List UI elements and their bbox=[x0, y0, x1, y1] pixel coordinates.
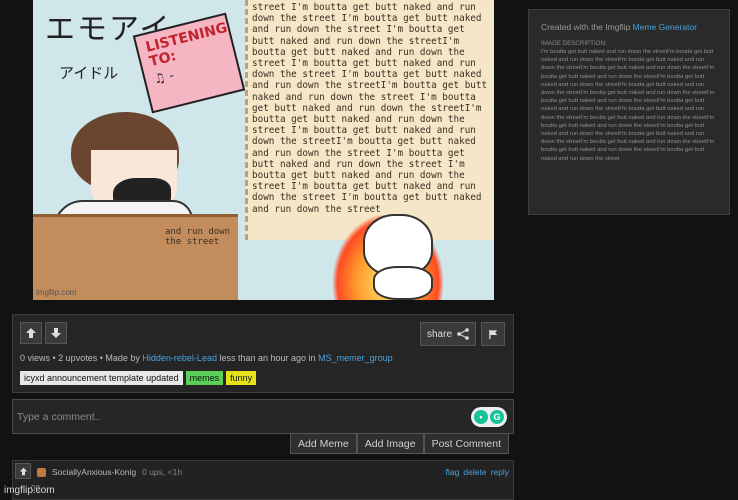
tag-item[interactable]: icyxd announcement template updated bbox=[20, 371, 183, 385]
meme-watermark: imgflip.com bbox=[36, 288, 77, 297]
meme-paper-scroll: street I'm boutta get butt naked and run… bbox=[245, 0, 494, 240]
comment-author-link[interactable]: SociallyAnxious-Konig bbox=[52, 467, 136, 477]
flag-icon bbox=[488, 329, 497, 339]
meme-image[interactable]: エモアイ アイドル street I'm boutta get butt nak… bbox=[33, 0, 494, 300]
comment-upvote-button[interactable] bbox=[15, 463, 31, 479]
time-label: less than an hour ago in bbox=[219, 353, 316, 363]
stream-link[interactable]: MS_memer_group bbox=[318, 353, 393, 363]
grammarly-status-icon: • bbox=[474, 410, 488, 424]
grammarly-widget[interactable]: • G bbox=[471, 407, 507, 427]
grammarly-icon: G bbox=[490, 410, 504, 424]
meme-japanese-subtitle: アイドル bbox=[59, 64, 119, 82]
downvote-button[interactable] bbox=[45, 322, 67, 344]
author-link[interactable]: Hidden-rebel-Lead bbox=[142, 353, 217, 363]
image-description-panel: Created with the Imgflip Meme Generator … bbox=[528, 9, 730, 215]
flag-button[interactable] bbox=[481, 322, 505, 346]
comment-delete-link[interactable]: delete bbox=[463, 467, 486, 477]
arrow-down-icon bbox=[51, 328, 61, 338]
post-comment-button[interactable]: Post Comment bbox=[423, 433, 510, 454]
description-text: I'm boutta get butt naked and run down t… bbox=[541, 49, 715, 162]
avatar bbox=[37, 467, 46, 477]
tag-item[interactable]: memes bbox=[185, 371, 224, 385]
meme-stats: 0 views • 2 upvotes • Made by Hidden-reb… bbox=[20, 353, 393, 363]
share-label: share bbox=[426, 328, 452, 340]
created-with: Created with the Imgflip Meme Generator bbox=[541, 22, 717, 32]
cat-body-illustration bbox=[373, 266, 433, 300]
add-image-button[interactable]: Add Image bbox=[356, 433, 424, 454]
comment-meta: 0 ups, <1h bbox=[142, 467, 183, 477]
comment-flag-link[interactable]: flag bbox=[446, 467, 460, 477]
tag-item[interactable]: funny bbox=[226, 371, 257, 385]
meme-info-panel: share 0 views • 2 upvotes • Made by Hidd… bbox=[12, 314, 514, 393]
comment-actions: Add Meme Add Image Post Comment bbox=[290, 433, 510, 454]
comment-box: • G bbox=[12, 399, 514, 434]
description-heading: IMAGE DESCRIPTION: bbox=[541, 40, 607, 47]
arrow-up-icon bbox=[19, 467, 27, 475]
meme-generator-link[interactable]: Meme Generator bbox=[633, 22, 697, 32]
comment-header: SociallyAnxious-Konig 0 ups, <1h bbox=[37, 467, 182, 477]
comment-reply-link[interactable]: reply bbox=[491, 467, 509, 477]
desk-text: and run down the street bbox=[165, 227, 231, 247]
share-button[interactable]: share bbox=[420, 322, 476, 346]
site-watermark: imgflip.com bbox=[4, 485, 55, 496]
upvote-button[interactable] bbox=[20, 322, 42, 344]
comment-item: SociallyAnxious-Konig 0 ups, <1h flag de… bbox=[12, 460, 514, 500]
share-icon bbox=[457, 328, 469, 340]
add-meme-button[interactable]: Add Meme bbox=[290, 433, 357, 454]
tag-list: icyxd announcement template updated meme… bbox=[20, 371, 257, 385]
comment-input[interactable] bbox=[13, 400, 453, 433]
comment-action-links: flag delete reply bbox=[446, 467, 509, 477]
arrow-up-icon bbox=[26, 328, 36, 338]
meme-paper-text: street I'm boutta get butt naked and run… bbox=[252, 2, 493, 215]
created-prefix: Created with the Imgflip bbox=[541, 22, 633, 32]
views-count: 0 views bbox=[20, 353, 51, 363]
made-by-label: Made by bbox=[105, 353, 140, 363]
upvotes-count: 2 upvotes bbox=[58, 353, 98, 363]
